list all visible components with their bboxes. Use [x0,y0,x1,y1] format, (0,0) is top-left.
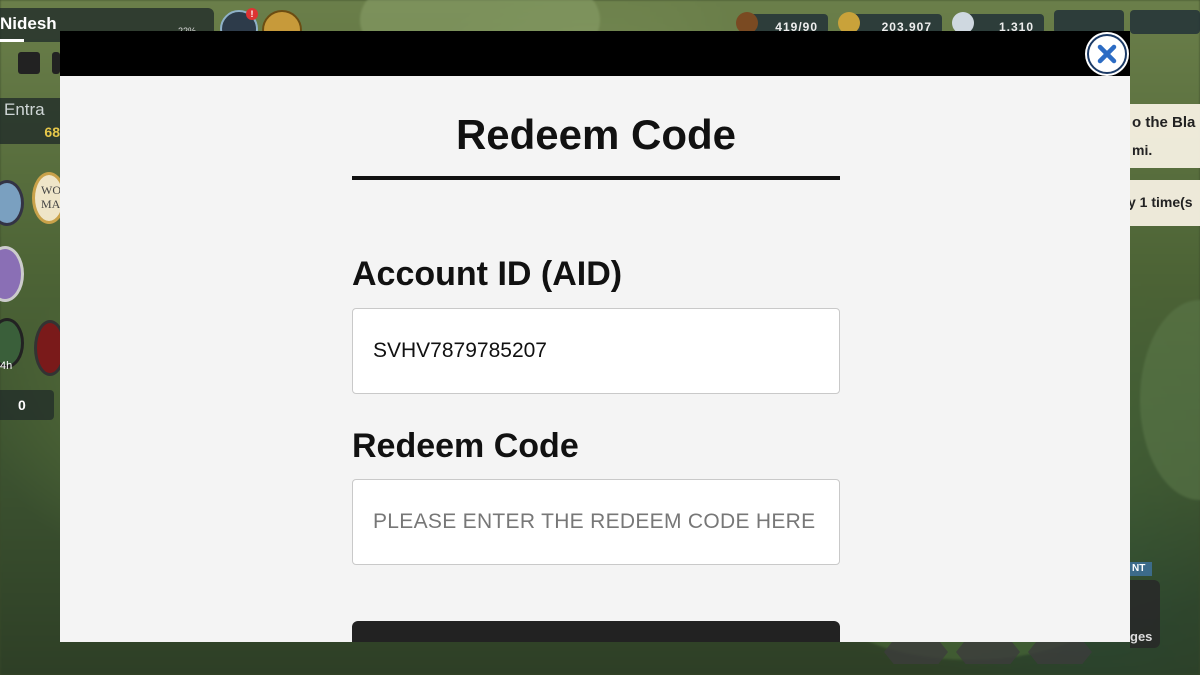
player-name: Nidesh [0,14,57,33]
account-id-label: Account ID (AID) [352,255,623,293]
redeem-code-modal: Redeem Code Account ID (AID) Redeem Code [60,76,1130,642]
mail-small-icon[interactable] [18,52,40,74]
mail-icon[interactable] [1130,10,1200,34]
quest-subtitle: mi. [1132,142,1153,158]
timer-label: 4h [0,360,13,372]
close-button[interactable] [1087,34,1127,74]
modal-title: Redeem Code [455,111,737,158]
entrance-label: Entra [4,100,45,119]
hex-button[interactable] [884,640,948,664]
counter-panel[interactable]: 0 [0,390,54,420]
quest-panel[interactable]: o the Bla mi. [1130,104,1200,168]
badges-button[interactable]: ges [1130,580,1160,648]
title-underline [352,176,840,180]
submit-button[interactable] [352,621,840,642]
modal-top-bar [60,31,1130,76]
redeem-code-input[interactable] [352,479,840,565]
badges-label: ges [1130,629,1153,644]
entrance-panel[interactable]: Entra 68 [0,98,60,144]
event-badge-label: NT [1132,563,1146,574]
event-badge: NT [1130,562,1152,576]
counter-value: 0 [18,397,26,413]
redeem-code-label: Redeem Code [352,427,579,465]
close-icon [1097,44,1117,64]
small-icon[interactable] [52,52,60,74]
xp-bar [0,39,24,42]
hex-button[interactable] [1028,640,1092,664]
entrance-value: 68 [44,124,60,140]
hex-button[interactable] [956,640,1020,664]
account-id-input[interactable] [352,308,840,394]
notification-badge: ! [246,8,258,20]
quest-times-panel[interactable]: y 1 time(s [1128,180,1200,226]
quest-title: o the Bla [1132,114,1196,131]
quest-times: y 1 time(s [1128,194,1193,210]
